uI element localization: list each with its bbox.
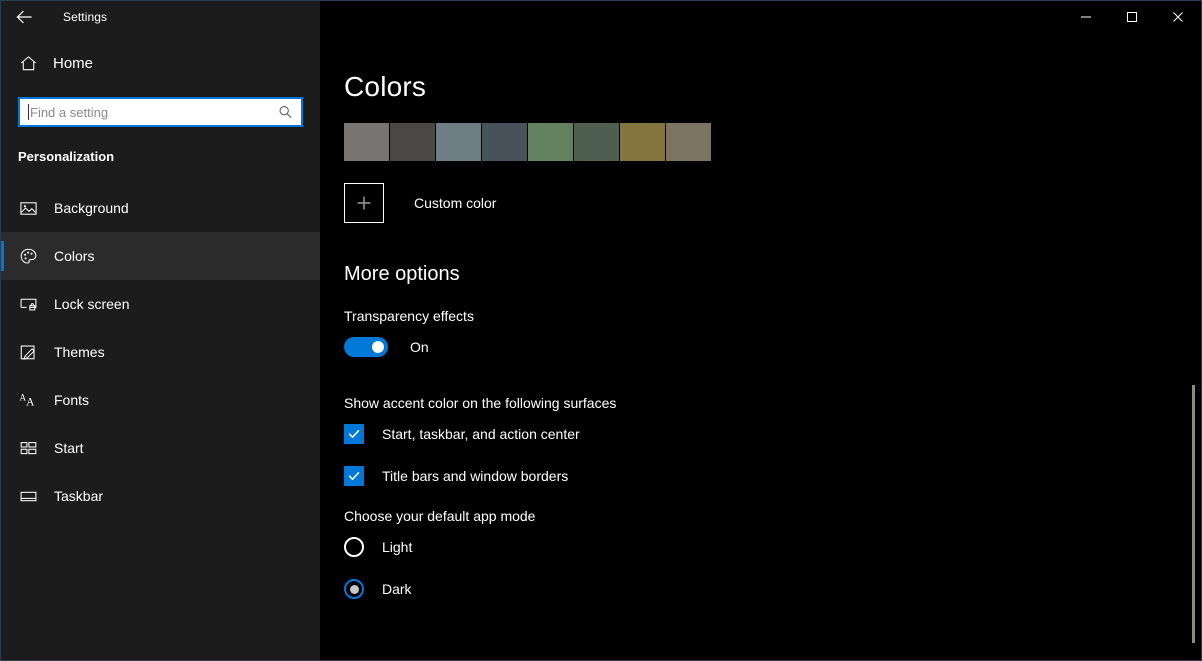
page-title: Colors <box>344 71 1201 103</box>
minimize-button[interactable] <box>1063 1 1109 33</box>
checkbox-title-bars[interactable] <box>344 466 364 486</box>
main-content: Colors Custom color <box>320 33 1201 660</box>
sidebar-item-home[interactable]: Home <box>1 43 320 83</box>
transparency-label: Transparency effects <box>344 308 1201 324</box>
sidebar-item-background[interactable]: Background <box>1 184 320 232</box>
radio-light[interactable] <box>344 537 364 557</box>
sidebar-nav: Background Colors <box>1 184 320 520</box>
close-icon <box>1172 11 1184 23</box>
sidebar-item-label: Themes <box>49 344 105 360</box>
sidebar: Home Personalization <box>1 33 320 660</box>
color-swatch[interactable] <box>482 123 527 161</box>
radio-label: Dark <box>364 581 412 597</box>
color-swatch[interactable] <box>390 123 435 161</box>
sidebar-item-themes[interactable]: Themes <box>1 328 320 376</box>
sidebar-item-label: Colors <box>49 248 94 264</box>
radio-row-dark[interactable]: Dark <box>344 579 1201 599</box>
sidebar-item-label: Lock screen <box>49 296 129 312</box>
home-label: Home <box>47 55 93 72</box>
title-bar-left: Settings <box>1 1 320 33</box>
color-swatch[interactable] <box>436 123 481 161</box>
custom-color-label: Custom color <box>384 195 496 211</box>
app-title: Settings <box>47 10 107 24</box>
radio-label: Light <box>364 539 412 555</box>
search-icon[interactable] <box>278 105 293 120</box>
sidebar-item-label: Start <box>49 440 84 456</box>
maximize-button[interactable] <box>1109 1 1155 33</box>
checkbox-label: Title bars and window borders <box>364 468 568 484</box>
window-controls <box>1063 1 1201 33</box>
search-input[interactable] <box>20 99 260 125</box>
start-tiles-icon <box>19 439 49 458</box>
title-bar-drag-region <box>320 1 1063 33</box>
checkbox-row-title-bars[interactable]: Title bars and window borders <box>344 466 1201 486</box>
sidebar-section-title: Personalization <box>1 149 320 164</box>
color-swatch[interactable] <box>344 123 389 161</box>
radio-dot <box>350 585 359 594</box>
text-caret <box>28 104 29 120</box>
checkmark-icon <box>347 469 361 483</box>
radio-dark[interactable] <box>344 579 364 599</box>
custom-color-button[interactable] <box>344 183 384 223</box>
color-swatch[interactable] <box>574 123 619 161</box>
settings-window: Settings <box>0 0 1202 661</box>
sidebar-item-colors[interactable]: Colors <box>1 232 320 280</box>
color-swatch[interactable] <box>528 123 573 161</box>
radio-row-light[interactable]: Light <box>344 537 1201 557</box>
toggle-knob <box>372 341 384 353</box>
themes-brush-icon <box>19 343 49 362</box>
lock-screen-icon <box>19 295 49 314</box>
checkbox-label: Start, taskbar, and action center <box>364 426 580 442</box>
accent-surfaces-label: Show accent color on the following surfa… <box>344 395 1201 411</box>
color-swatch[interactable] <box>666 123 711 161</box>
more-options-heading: More options <box>344 263 1201 286</box>
vertical-scrollbar[interactable] <box>1192 385 1195 643</box>
app-mode-label: Choose your default app mode <box>344 508 1201 524</box>
palette-icon <box>19 247 49 266</box>
search-box[interactable] <box>18 97 303 127</box>
sidebar-item-lock-screen[interactable]: Lock screen <box>1 280 320 328</box>
back-button[interactable] <box>1 1 47 33</box>
accent-color-swatches <box>344 123 1201 161</box>
close-button[interactable] <box>1155 1 1201 33</box>
title-bar: Settings <box>1 1 1201 33</box>
home-icon <box>19 54 47 73</box>
app-mode-radio-group: Light Dark <box>344 537 1201 599</box>
minimize-icon <box>1080 11 1092 23</box>
checkbox-start-taskbar[interactable] <box>344 424 364 444</box>
maximize-icon <box>1126 11 1138 23</box>
svg-text:A: A <box>26 396 35 408</box>
picture-icon <box>19 199 49 218</box>
search-container <box>1 97 320 127</box>
sidebar-item-label: Background <box>49 200 129 216</box>
taskbar-icon <box>19 487 49 506</box>
sidebar-item-start[interactable]: Start <box>1 424 320 472</box>
plus-icon <box>354 193 374 213</box>
checkmark-icon <box>347 427 361 441</box>
sidebar-item-taskbar[interactable]: Taskbar <box>1 472 320 520</box>
color-swatch[interactable] <box>620 123 665 161</box>
sidebar-item-label: Taskbar <box>49 488 103 504</box>
transparency-toggle[interactable] <box>344 337 388 357</box>
transparency-toggle-row: On <box>344 337 1201 357</box>
back-arrow-icon <box>14 7 34 27</box>
window-body: Home Personalization <box>1 33 1201 660</box>
checkbox-row-start-taskbar[interactable]: Start, taskbar, and action center <box>344 424 1201 444</box>
custom-color-row: Custom color <box>344 183 1201 223</box>
fonts-icon: A A <box>19 391 49 410</box>
transparency-state-label: On <box>388 339 429 355</box>
sidebar-item-label: Fonts <box>49 392 89 408</box>
sidebar-item-fonts[interactable]: A A Fonts <box>1 376 320 424</box>
